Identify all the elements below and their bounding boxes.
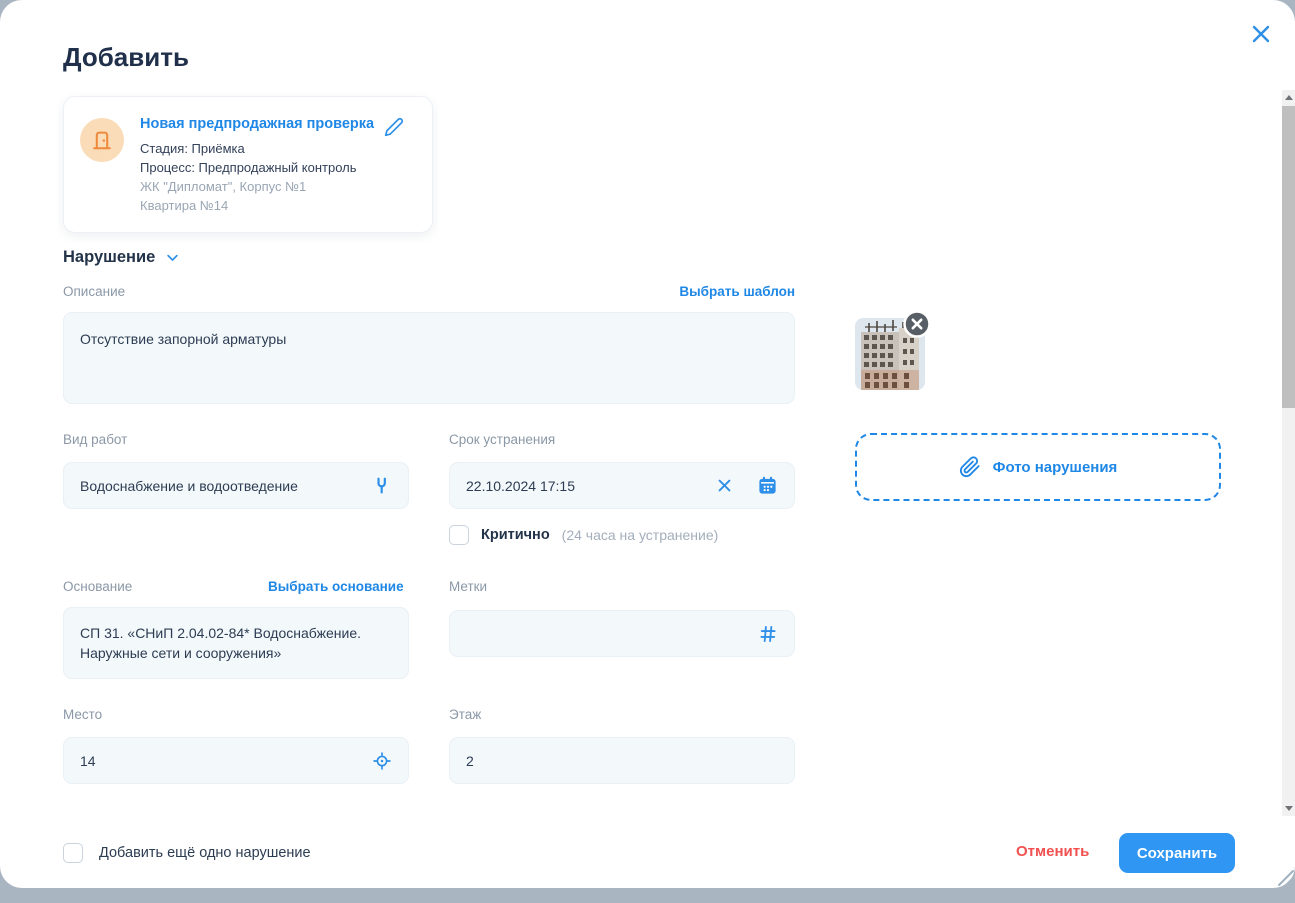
place-value: 14 (80, 753, 362, 769)
clipped-label-fragment (64, 798, 82, 801)
place-input[interactable]: 14 (63, 737, 409, 784)
choose-template-link[interactable]: Выбрать шаблон (679, 284, 795, 299)
location-crosshair-icon[interactable] (372, 751, 392, 771)
hash-icon[interactable] (758, 624, 778, 644)
description-value: Отсутствие запорной арматуры (80, 330, 778, 349)
upload-photo-label: Фото нарушения (993, 459, 1118, 476)
close-icon[interactable] (1249, 22, 1273, 46)
place-label: Место (63, 707, 102, 722)
check-stage: Стадия: Приёмка (140, 141, 245, 156)
calendar-icon[interactable] (757, 475, 778, 496)
floor-value: 2 (466, 753, 778, 769)
floor-label: Этаж (449, 707, 481, 722)
choose-basis-link[interactable]: Выбрать основание (268, 579, 404, 594)
add-another-checkbox[interactable] (63, 843, 83, 863)
scrollbar-thumb[interactable] (1282, 106, 1295, 408)
deadline-label: Срок устранения (449, 432, 555, 447)
add-another-row: Добавить ещё одно нарушение (63, 843, 311, 863)
modal-backdrop: Добавить Новая предпродажная проверка Ст… (0, 0, 1295, 903)
paperclip-icon (959, 456, 981, 478)
basis-input[interactable]: СП 31. «СНиП 2.04.02-84* Водоснабжение. … (63, 607, 409, 679)
scroll-up-icon[interactable] (1282, 90, 1295, 105)
clear-x-icon[interactable] (716, 477, 733, 494)
pencil-icon[interactable] (384, 117, 404, 140)
critical-hint: (24 часа на устранение) (562, 527, 719, 543)
check-process: Процесс: Предпродажный контроль (140, 160, 357, 175)
chevron-down-icon (165, 250, 180, 265)
check-project: ЖК "Дипломат", Корпус №1 (140, 179, 306, 194)
critical-label: Критично (481, 527, 550, 543)
basis-value: СП 31. «СНиП 2.04.02-84* Водоснабжение. … (80, 623, 392, 664)
clipped-label-fragment (450, 798, 461, 801)
tags-label: Метки (449, 579, 487, 594)
cancel-button[interactable]: Отменить (1010, 842, 1095, 861)
page-title: Добавить (63, 42, 189, 73)
scroll-down-icon[interactable] (1282, 801, 1295, 816)
vertical-scrollbar[interactable] (1282, 90, 1295, 816)
work-type-label: Вид работ (63, 432, 127, 447)
description-label: Описание (63, 284, 125, 299)
check-title-link[interactable]: Новая предпродажная проверка (140, 116, 374, 133)
work-type-value: Водоснабжение и водоотведение (80, 478, 361, 494)
violation-section-title: Нарушение (63, 248, 155, 267)
resize-grip[interactable] (1273, 865, 1295, 887)
violation-section-header[interactable]: Нарушение (63, 248, 180, 267)
add-violation-modal: Добавить Новая предпродажная проверка Ст… (0, 0, 1295, 888)
add-another-label: Добавить ещё одно нарушение (99, 845, 311, 861)
basis-label: Основание (63, 579, 132, 594)
tags-input[interactable] (449, 610, 795, 657)
description-input[interactable]: Отсутствие запорной арматуры (63, 312, 795, 404)
door-icon (80, 118, 124, 162)
floor-input[interactable]: 2 (449, 737, 795, 784)
remove-photo-icon[interactable] (903, 310, 931, 338)
deadline-value: 22.10.2024 17:15 (466, 478, 706, 494)
save-button[interactable]: Сохранить (1119, 833, 1235, 873)
check-summary-card: Новая предпродажная проверка Стадия: При… (63, 96, 433, 233)
check-apartment: Квартира №14 (140, 198, 228, 213)
critical-checkbox[interactable] (449, 525, 469, 545)
deadline-input[interactable]: 22.10.2024 17:15 (449, 462, 795, 509)
upload-photo-button[interactable]: Фото нарушения (855, 433, 1221, 501)
critical-row: Критично (24 часа на устранение) (449, 525, 718, 545)
wrench-icon[interactable] (371, 475, 392, 496)
work-type-input[interactable]: Водоснабжение и водоотведение (63, 462, 409, 509)
